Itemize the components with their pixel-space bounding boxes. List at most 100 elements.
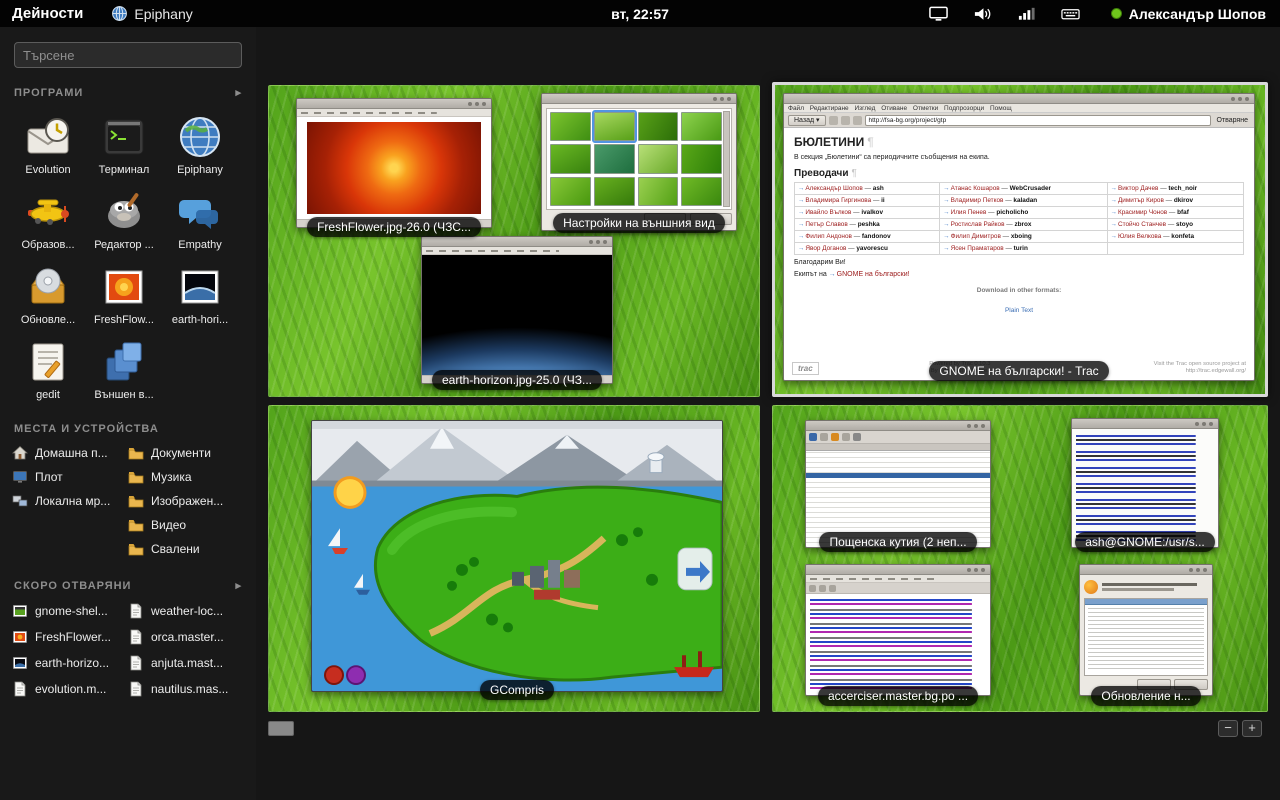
workspace-3[interactable]: GCompris <box>268 405 760 712</box>
update-list-header <box>1085 599 1207 605</box>
translator-link[interactable]: Александър Шопов <box>798 185 863 192</box>
page-heading: БЮЛЕТИНИ¶ <box>794 135 1244 149</box>
app-launcher-earth-horizon[interactable]: earth-hori... <box>162 259 238 330</box>
place-downloads[interactable]: Свалени <box>128 537 244 561</box>
workspace-4[interactable]: Пощенска кутия (2 неп... ash@GNOME:/usr/… <box>772 405 1268 712</box>
app-launcher-gimp[interactable]: Редактор ... <box>86 184 162 255</box>
recent-item[interactable]: gnome-shel... <box>12 598 128 624</box>
programs-expand-arrow-icon[interactable]: ▸ <box>235 86 242 99</box>
team-link[interactable]: GNOME на български! <box>829 271 910 278</box>
workspace-2-active[interactable]: Файл Редактиране Изглед Отиване Отметки … <box>772 82 1268 397</box>
wallpaper-thumb[interactable] <box>594 177 635 206</box>
open-button[interactable]: Отваряне <box>1214 117 1250 124</box>
url-bar[interactable]: http://fsa-bg.org/project/gtp <box>865 115 1212 126</box>
translator-link[interactable]: Димитър Киров <box>1111 197 1164 204</box>
translator-link[interactable]: Владимира Гиргинова <box>798 197 871 204</box>
window-gcompris[interactable] <box>311 420 723 692</box>
wallpaper-thumb[interactable] <box>638 144 679 173</box>
window-freshflower-viewer[interactable] <box>296 98 492 228</box>
wallpaper-thumb[interactable] <box>681 177 722 206</box>
wallpaper-thumb[interactable] <box>638 112 679 141</box>
recent-item[interactable]: earth-horizo... <box>12 650 128 676</box>
wallpaper-thumb[interactable] <box>550 144 591 173</box>
wallpaper-thumb[interactable] <box>594 144 635 173</box>
download-label: Download in other formats: <box>794 286 1244 296</box>
dialog-button[interactable] <box>1174 679 1208 690</box>
window-earth-viewer[interactable] <box>421 236 613 384</box>
translator-link[interactable]: Стойчо Станчев <box>1111 221 1166 228</box>
place-pictures[interactable]: Изображен... <box>128 489 244 513</box>
workspace-1[interactable]: FreshFlower.jpg-26.0 (ЧЗС... Настройки н… <box>268 85 760 397</box>
recent-item[interactable]: orca.master... <box>128 624 244 650</box>
app-launcher-terminal[interactable]: Терминал <box>86 109 162 180</box>
dialog-button[interactable] <box>644 213 686 225</box>
window-trac-browser[interactable]: Файл Редактиране Изглед Отиване Отметки … <box>783 93 1255 381</box>
place-home[interactable]: Домашна п... <box>12 441 128 465</box>
wallpaper-thumb[interactable] <box>550 112 591 141</box>
search-input[interactable] <box>14 42 242 68</box>
wallpaper-thumb[interactable] <box>681 144 722 173</box>
recent-item[interactable]: anjuta.mast... <box>128 650 244 676</box>
place-documents[interactable]: Документи <box>128 441 244 465</box>
recent-item[interactable]: FreshFlower... <box>12 624 128 650</box>
translator-link[interactable]: Ясен Праматаров <box>943 245 1003 252</box>
translator-link[interactable]: Явор Доганов <box>798 245 846 252</box>
translator-link[interactable]: Филип Димитров <box>943 233 1001 240</box>
forward-icon[interactable] <box>829 116 838 125</box>
translator-link[interactable]: Атанас Кошаров <box>943 185 999 192</box>
remove-workspace-button[interactable]: − <box>1218 720 1238 737</box>
app-launcher-freshflower[interactable]: FreshFlow... <box>86 259 162 330</box>
user-menu[interactable]: Александър Шопов <box>1111 6 1274 22</box>
translator-link[interactable]: Владимир Петков <box>943 197 1003 204</box>
wallpaper-thumb[interactable] <box>594 112 635 141</box>
home-icon[interactable] <box>853 116 862 125</box>
clock[interactable]: вт, 22:57 <box>611 6 669 22</box>
reload-icon[interactable] <box>841 116 850 125</box>
dialog-button[interactable] <box>690 213 732 225</box>
place-local-network[interactable]: Локална мр... <box>12 489 128 513</box>
wallpaper-thumb[interactable] <box>638 177 679 206</box>
workspace-indicator[interactable] <box>268 721 294 736</box>
translator-link[interactable]: Красимир Чонов <box>1111 209 1168 216</box>
app-launcher-gcompris[interactable]: Образов... <box>10 184 86 255</box>
window-gedit-po[interactable] <box>805 564 991 696</box>
network-status-icon[interactable] <box>1017 5 1037 22</box>
app-menu[interactable]: Epiphany <box>111 5 192 22</box>
place-music[interactable]: Музика <box>128 465 244 489</box>
translator-link[interactable]: Ростислав Райков <box>943 221 1004 228</box>
place-desktop[interactable]: Плот <box>12 465 128 489</box>
wallpaper-thumb[interactable] <box>550 177 591 206</box>
translator-link[interactable]: Петър Славов <box>798 221 848 228</box>
window-evolution-mail[interactable] <box>805 420 991 548</box>
app-launcher-evolution[interactable]: Evolution <box>10 109 86 180</box>
volume-status-icon[interactable] <box>973 5 993 22</box>
plain-text-link[interactable]: Plain Text <box>1005 307 1033 314</box>
translator-link[interactable]: Ивайло Вълков <box>798 209 851 216</box>
recent-item[interactable]: weather-loc... <box>128 598 244 624</box>
window-terminal[interactable] <box>1071 418 1219 548</box>
add-workspace-button[interactable]: + <box>1242 720 1262 737</box>
dialog-button[interactable] <box>1137 679 1171 690</box>
translator-link[interactable]: Илия Пенев <box>943 209 986 216</box>
translator-link[interactable]: Юлия Велкова <box>1111 233 1162 240</box>
app-launcher-external[interactable]: Външен в... <box>86 334 162 405</box>
window-appearance-prefs[interactable] <box>541 93 737 231</box>
translator-link[interactable]: Филип Андонов <box>798 233 852 240</box>
translator-link[interactable]: Виктор Дачев <box>1111 185 1159 192</box>
app-launcher-epiphany[interactable]: Epiphany <box>162 109 238 180</box>
app-launcher-gedit[interactable]: gedit <box>10 334 86 405</box>
recent-expand-arrow-icon[interactable]: ▸ <box>235 579 242 592</box>
footer-visit-link[interactable]: Visit the Trac open source project at ht… <box>1101 361 1246 376</box>
keyboard-status-icon[interactable] <box>1061 5 1081 22</box>
display-status-icon[interactable] <box>929 5 949 22</box>
place-videos[interactable]: Видео <box>128 513 244 537</box>
recent-item[interactable]: evolution.m... <box>12 676 128 702</box>
window-update-manager[interactable] <box>1079 564 1213 696</box>
back-button[interactable]: Назад ▾ <box>788 115 826 126</box>
activities-button[interactable]: Дейности <box>0 0 95 27</box>
wallpaper-thumb[interactable] <box>681 112 722 141</box>
place-label: Локална мр... <box>35 494 110 508</box>
app-launcher-empathy[interactable]: Empathy <box>162 184 238 255</box>
app-launcher-updates[interactable]: Обновле... <box>10 259 86 330</box>
recent-item[interactable]: nautilus.mas... <box>128 676 244 702</box>
